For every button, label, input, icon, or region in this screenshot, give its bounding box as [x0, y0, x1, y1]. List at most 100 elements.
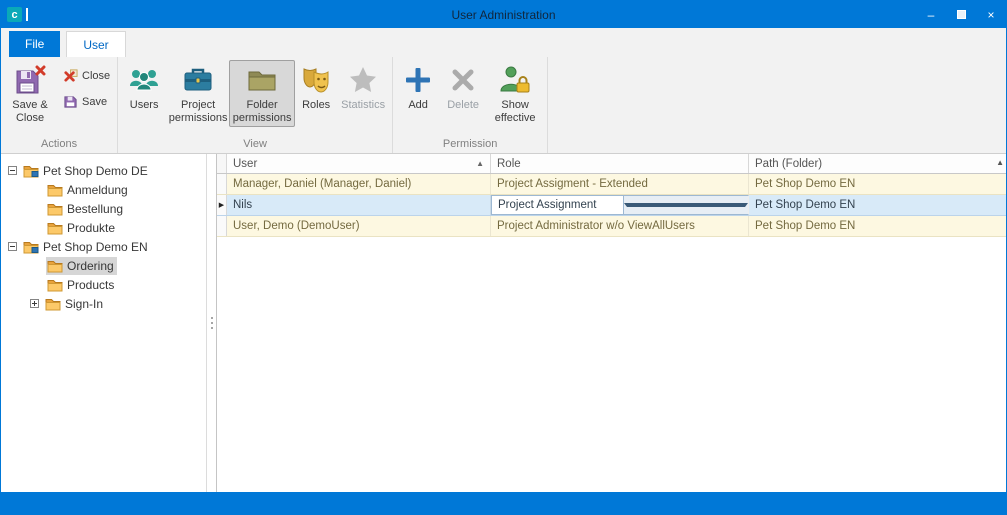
titlebar: c User Administration – × — [1, 1, 1006, 28]
users-icon — [128, 64, 160, 96]
maximize-button[interactable] — [946, 1, 976, 28]
close-ribbon-button[interactable]: Close — [59, 66, 114, 85]
folder-icon — [47, 220, 63, 236]
roles-button[interactable]: Roles — [295, 60, 337, 115]
save-and-close-button[interactable]: Save & Close — [4, 60, 56, 127]
column-header-label: User — [233, 158, 257, 170]
folder-icon — [47, 277, 63, 293]
status-bar — [1, 492, 1006, 514]
role-dropdown-button[interactable] — [623, 196, 749, 214]
group-caption-permission: Permission — [396, 137, 544, 153]
row-indicator-focused: ▶ — [217, 195, 227, 215]
folder-permissions-button[interactable]: Folder permissions — [229, 60, 295, 127]
collapse-expander-icon[interactable] — [8, 242, 17, 251]
briefcase-icon — [182, 64, 214, 96]
ribbon-tab-row: File User — [1, 28, 1006, 57]
statistics-star-icon — [347, 64, 379, 96]
cell-role-editor[interactable]: Project Assignment — [491, 195, 749, 215]
column-header-user[interactable]: User ▲ — [227, 154, 491, 173]
cell-user[interactable]: Manager, Daniel (Manager, Daniel) — [227, 174, 491, 194]
save-and-close-icon — [14, 64, 46, 96]
save-icon — [63, 94, 78, 109]
tree-item-bestellung[interactable]: Bestellung — [1, 199, 206, 218]
expand-expander-icon[interactable] — [30, 299, 39, 308]
cell-path[interactable]: Pet Shop Demo EN — [749, 216, 1006, 236]
grid-row-manager-daniel[interactable]: Manager, Daniel (Manager, Daniel) Projec… — [217, 174, 1006, 195]
ribbon-group-view: Users Project permissions — [118, 57, 393, 153]
add-plus-icon — [402, 64, 434, 96]
statistics-label: Statistics — [341, 99, 385, 112]
project-folder-icon — [23, 239, 39, 255]
tree-item-label: Produkte — [67, 221, 115, 235]
save-and-close-label: Save & Close — [7, 99, 53, 124]
save-label: Save — [82, 96, 107, 108]
tree-item-label: Bestellung — [67, 202, 123, 216]
folder-permissions-label: Folder permissions — [232, 99, 292, 124]
tree-item-label: Pet Shop Demo DE — [43, 164, 148, 178]
cell-role[interactable]: Project Assigment - Extended — [491, 174, 749, 194]
focused-row-arrow-icon: ▶ — [219, 201, 224, 209]
app-window: c User Administration – × File User — [0, 0, 1007, 515]
close-button[interactable]: × — [976, 1, 1006, 28]
cell-role[interactable]: Project Administrator w/o ViewAllUsers — [491, 216, 749, 236]
tree-item-label: Products — [67, 278, 114, 292]
sort-ascending-icon: ▲ — [476, 159, 484, 168]
grid-empty-area — [217, 237, 1006, 492]
grid-row-user-demo[interactable]: User, Demo (DemoUser) Project Administra… — [217, 216, 1006, 237]
delete-label: Delete — [447, 99, 479, 112]
folder-icon — [47, 258, 63, 274]
cell-path[interactable]: Pet Shop Demo EN — [749, 174, 1006, 194]
folder-icon — [47, 182, 63, 198]
folder-icon — [47, 201, 63, 217]
column-header-path-folder[interactable]: Path (Folder) — [749, 154, 1006, 173]
splitter-dot — [211, 317, 213, 319]
users-button[interactable]: Users — [121, 60, 167, 115]
project-permissions-button[interactable]: Project permissions — [167, 60, 229, 127]
theater-masks-icon — [300, 64, 332, 96]
tree-item-label: Anmeldung — [67, 183, 128, 197]
tree-item-products[interactable]: Products — [1, 275, 206, 294]
close-red-icon — [63, 68, 78, 83]
group-caption-view: View — [121, 137, 389, 153]
tree-item-ordering[interactable]: Ordering — [1, 256, 206, 275]
tab-file[interactable]: File — [9, 31, 60, 57]
tree-item-label: Ordering — [67, 259, 114, 273]
tree-item-produkte[interactable]: Produkte — [1, 218, 206, 237]
maximize-icon — [957, 10, 966, 19]
person-lock-icon — [499, 64, 531, 96]
tree-item-sign-in[interactable]: Sign-In — [1, 294, 206, 313]
show-effective-button[interactable]: Show effective — [486, 60, 544, 127]
users-label: Users — [130, 99, 159, 112]
main-area: Pet Shop Demo DE Anmeldung — [1, 154, 1006, 492]
add-button[interactable]: Add — [396, 60, 440, 115]
permissions-grid: User ▲ Role Path (Folder) ▲ Manager, Dan… — [216, 154, 1006, 492]
tree-grid-splitter[interactable] — [207, 154, 216, 492]
logo-separator — [26, 8, 28, 21]
project-permissions-label: Project permissions — [169, 99, 228, 124]
splitter-dot — [211, 322, 213, 324]
window-title: User Administration — [1, 8, 1006, 22]
cell-path[interactable]: Pet Shop Demo EN — [749, 195, 1006, 215]
collapse-expander-icon[interactable] — [8, 166, 17, 175]
column-header-role[interactable]: Role — [491, 154, 749, 173]
tree-item-pet-shop-demo-de[interactable]: Pet Shop Demo DE — [1, 161, 206, 180]
ribbon-group-actions: Save & Close Close — [1, 57, 118, 153]
project-folder-icon — [23, 163, 39, 179]
folder-tree: Pet Shop Demo DE Anmeldung — [1, 154, 207, 492]
roles-label: Roles — [302, 99, 330, 112]
tab-user[interactable]: User — [66, 31, 125, 57]
tree-item-anmeldung[interactable]: Anmeldung — [1, 180, 206, 199]
add-label: Add — [408, 99, 428, 112]
cell-user[interactable]: Nils — [227, 195, 491, 215]
cell-user[interactable]: User, Demo (DemoUser) — [227, 216, 491, 236]
minimize-icon: – — [928, 8, 935, 22]
grid-row-nils[interactable]: ▶ Nils Project Assignment Pet Shop Demo … — [217, 195, 1006, 216]
delete-button: Delete — [440, 60, 486, 115]
row-indicator — [217, 174, 227, 194]
minimize-button[interactable]: – — [916, 1, 946, 28]
save-button[interactable]: Save — [59, 92, 114, 111]
delete-x-icon — [447, 64, 479, 96]
tree-item-pet-shop-demo-en[interactable]: Pet Shop Demo EN — [1, 237, 206, 256]
scroll-up-icon[interactable]: ▲ — [996, 158, 1004, 167]
ribbon: Save & Close Close — [1, 57, 1006, 154]
